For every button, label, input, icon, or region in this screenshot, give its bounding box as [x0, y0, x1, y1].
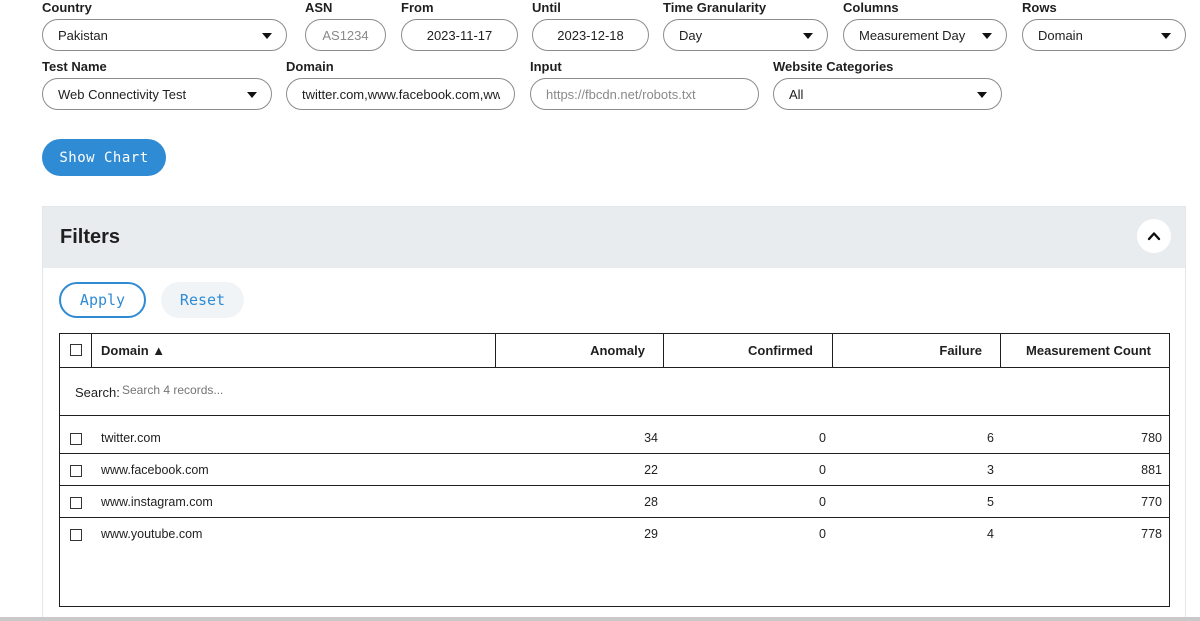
- from-date-value: 2023-11-17: [426, 27, 493, 43]
- domain-label: Domain: [286, 59, 334, 74]
- row-anomaly: 22: [644, 463, 658, 477]
- row-failure: 5: [987, 495, 994, 509]
- table-row: www.youtube.com 29 0 4 778: [60, 518, 1169, 550]
- test-name-select[interactable]: Web Connectivity Test: [42, 78, 272, 110]
- country-select[interactable]: Pakistan: [42, 19, 287, 51]
- chevron-up-icon: [1147, 232, 1161, 241]
- row-failure: 6: [987, 431, 994, 445]
- caret-down-icon: [262, 33, 272, 39]
- row-measurement-count: 780: [1141, 431, 1162, 445]
- table-row: www.facebook.com 22 0 3 881: [60, 454, 1169, 486]
- select-all-header: [60, 334, 92, 368]
- row-checkbox[interactable]: [70, 529, 82, 541]
- row-failure: 4: [987, 527, 994, 541]
- horizontal-scrollbar[interactable]: [0, 617, 1200, 621]
- until-date-value: 2023-12-18: [557, 27, 624, 43]
- rows-label: Rows: [1022, 0, 1057, 15]
- website-categories-label: Website Categories: [773, 59, 894, 74]
- anomaly-column-header[interactable]: Anomaly: [496, 334, 664, 368]
- measurement-count-column-header[interactable]: Measurement Count: [1001, 334, 1169, 368]
- row-checkbox[interactable]: [70, 465, 82, 477]
- row-anomaly: 34: [644, 431, 658, 445]
- from-label: From: [401, 0, 434, 15]
- confirmed-column-header[interactable]: Confirmed: [664, 334, 833, 368]
- search-row: Search:: [60, 368, 1169, 416]
- collapse-filters-button[interactable]: [1137, 219, 1171, 253]
- reset-button[interactable]: Reset: [161, 282, 244, 318]
- asn-input[interactable]: AS1234: [305, 19, 386, 51]
- row-anomaly: 28: [644, 495, 658, 509]
- test-name-label: Test Name: [42, 59, 107, 74]
- row-confirmed: 0: [819, 463, 826, 477]
- input-label: Input: [530, 59, 562, 74]
- domain-column-header[interactable]: Domain ▲: [92, 334, 496, 368]
- caret-down-icon: [1161, 33, 1171, 39]
- until-label: Until: [532, 0, 561, 15]
- test-name-value: Web Connectivity Test: [58, 86, 187, 102]
- table-row: twitter.com 34 0 6 780: [60, 422, 1169, 454]
- row-domain: www.youtube.com: [101, 527, 203, 541]
- row-failure: 3: [987, 463, 994, 477]
- caret-down-icon: [982, 33, 992, 39]
- input-url-placeholder: https://fbcdn.net/robots.txt: [546, 86, 696, 102]
- row-checkbox[interactable]: [70, 433, 82, 445]
- show-chart-button[interactable]: Show Chart: [42, 139, 166, 176]
- row-confirmed: 0: [819, 495, 826, 509]
- row-confirmed: 0: [819, 431, 826, 445]
- row-measurement-count: 778: [1141, 527, 1162, 541]
- caret-down-icon: [803, 33, 813, 39]
- country-label: Country: [42, 0, 92, 15]
- domain-input-value: twitter.com,www.facebook.com,ww: [302, 86, 500, 102]
- from-date-input[interactable]: 2023-11-17: [401, 19, 518, 51]
- row-domain: twitter.com: [101, 431, 161, 445]
- caret-down-icon: [247, 92, 257, 98]
- apply-button[interactable]: Apply: [59, 282, 146, 318]
- columns-select-value: Measurement Day: [859, 27, 966, 43]
- rows-select-value: Domain: [1038, 27, 1083, 43]
- filters-header[interactable]: Filters: [43, 207, 1185, 268]
- confirmed-header-label: Confirmed: [748, 343, 813, 358]
- filters-title: Filters: [60, 226, 121, 248]
- domain-input[interactable]: twitter.com,www.facebook.com,ww: [286, 78, 515, 110]
- row-measurement-count: 881: [1141, 463, 1162, 477]
- row-domain: www.instagram.com: [101, 495, 213, 509]
- row-checkbox[interactable]: [70, 497, 82, 509]
- until-date-input[interactable]: 2023-12-18: [532, 19, 649, 51]
- time-granularity-select[interactable]: Day: [663, 19, 828, 51]
- country-select-value: Pakistan: [58, 27, 108, 43]
- row-domain: www.facebook.com: [101, 463, 209, 477]
- asn-label: ASN: [305, 0, 333, 15]
- failure-header-label: Failure: [939, 343, 982, 358]
- results-table: Domain ▲ Anomaly Confirmed Failure Measu…: [59, 333, 1170, 607]
- row-anomaly: 29: [644, 527, 658, 541]
- time-granularity-value: Day: [679, 27, 703, 43]
- row-measurement-count: 770: [1141, 495, 1162, 509]
- website-categories-value: All: [789, 86, 804, 102]
- failure-column-header[interactable]: Failure: [833, 334, 1001, 368]
- time-granularity-label: Time Granularity: [663, 0, 767, 15]
- rows-select[interactable]: Domain: [1022, 19, 1186, 51]
- columns-select[interactable]: Measurement Day: [843, 19, 1007, 51]
- measurement-count-header-label: Measurement Count: [1026, 343, 1151, 358]
- search-input[interactable]: [122, 383, 322, 397]
- input-url-input[interactable]: https://fbcdn.net/robots.txt: [530, 78, 759, 110]
- search-label: Search:: [75, 385, 120, 400]
- table-row: www.instagram.com 28 0 5 770: [60, 486, 1169, 518]
- domain-header-label: Domain ▲: [101, 343, 166, 358]
- asn-input-placeholder: AS1234: [322, 27, 369, 43]
- row-confirmed: 0: [819, 527, 826, 541]
- anomaly-header-label: Anomaly: [590, 343, 645, 358]
- select-all-checkbox[interactable]: [70, 344, 82, 356]
- website-categories-select[interactable]: All: [773, 78, 1002, 110]
- caret-down-icon: [977, 92, 987, 98]
- columns-label: Columns: [843, 0, 899, 15]
